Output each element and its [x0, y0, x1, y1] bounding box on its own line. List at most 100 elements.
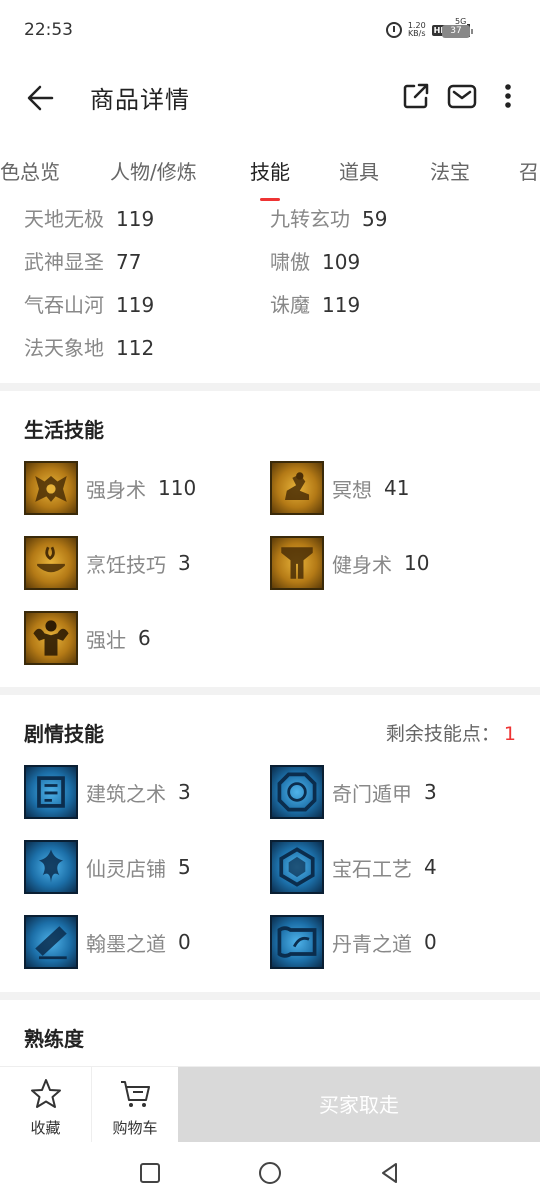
skill-name: 建筑之术	[86, 781, 166, 806]
skill-name: 翰墨之道	[86, 931, 166, 956]
story-skill-item: 仙灵店铺 5	[24, 840, 191, 894]
skill-row: 诛魔 119	[270, 289, 360, 318]
strength-icon	[24, 461, 78, 515]
speed-unit: KB/s	[407, 29, 426, 38]
tab-summons[interactable]: 召	[519, 156, 539, 185]
tab-skills[interactable]: 技能	[250, 156, 290, 185]
remaining-label: 剩余技能点：	[385, 723, 500, 745]
skill-value: 112	[116, 336, 155, 360]
skill-name: 气吞山河	[24, 293, 104, 317]
life-skills-title: 生活技能	[24, 418, 104, 442]
life-skill-item: 强身术 110	[24, 461, 196, 515]
skill-row: 九转玄功 59	[270, 203, 387, 232]
alarm-icon	[385, 22, 402, 38]
status-bar: 22:53 1.20 KB/s HD 5G 37	[0, 0, 540, 62]
skill-value: 10	[404, 551, 430, 575]
tab-character-overview[interactable]: 色总览	[0, 156, 60, 185]
story-skill-item: 翰墨之道 0	[24, 915, 191, 969]
skill-value: 119	[322, 293, 361, 317]
cart-label: 购物车	[112, 1119, 158, 1137]
section-divider	[0, 992, 540, 1000]
story-skill-item: 奇门遁甲 3	[270, 765, 437, 819]
muscle-icon	[24, 611, 78, 665]
home-icon[interactable]	[257, 1160, 283, 1186]
skill-value: 119	[116, 207, 155, 231]
fitness-icon	[270, 536, 324, 590]
life-skill-item: 烹饪技巧 3	[24, 536, 191, 590]
skill-row: 气吞山河 119	[24, 289, 154, 318]
tab-treasures[interactable]: 法宝	[430, 156, 470, 185]
skill-value: 109	[322, 250, 361, 274]
calligraphy-icon	[24, 915, 78, 969]
life-skill-item: 强壮 6	[24, 611, 151, 665]
skill-name: 啸傲	[270, 250, 310, 274]
skill-value: 119	[116, 293, 155, 317]
meditation-icon	[270, 461, 324, 515]
page-title: 商品详情	[90, 86, 190, 114]
skill-row: 武神显圣 77	[24, 246, 141, 275]
skill-value: 3	[424, 780, 437, 804]
skill-value: 5	[178, 855, 191, 879]
favorite-label: 收藏	[30, 1119, 61, 1137]
system-nav-bar	[0, 1142, 540, 1204]
skill-name: 强壮	[86, 627, 126, 652]
story-skill-item: 宝石工艺 4	[270, 840, 437, 894]
back-arrow-icon[interactable]	[22, 80, 58, 116]
recent-apps-icon[interactable]	[137, 1160, 163, 1186]
remaining-skill-points: 剩余技能点： 1	[386, 719, 516, 746]
skill-value: 0	[178, 930, 191, 954]
shop-icon	[24, 840, 78, 894]
share-icon[interactable]	[400, 80, 432, 112]
section-divider	[0, 687, 540, 695]
battery-icon: 37	[442, 25, 473, 38]
skill-name: 诛魔	[270, 293, 310, 317]
star-icon	[30, 1079, 61, 1108]
back-nav-icon[interactable]	[377, 1160, 403, 1186]
skill-name: 法天象地	[24, 336, 104, 360]
story-skill-item: 建筑之术 3	[24, 765, 191, 819]
skill-name: 烹饪技巧	[86, 552, 166, 577]
proficiency-title: 熟练度	[24, 1027, 84, 1051]
life-skill-item: 健身术 10	[270, 536, 429, 590]
story-skill-item: 丹青之道 0	[270, 915, 437, 969]
status-time: 22:53	[24, 20, 73, 40]
tab-character-cultivation[interactable]: 人物/修炼	[110, 156, 197, 185]
favorite-button[interactable]: 收藏	[0, 1067, 92, 1143]
skill-value: 6	[138, 626, 151, 650]
cart-button[interactable]: 购物车	[92, 1067, 178, 1143]
skill-name: 宝石工艺	[332, 856, 412, 881]
cooking-icon	[24, 536, 78, 590]
story-skills-title: 剧情技能	[24, 722, 104, 746]
skill-value: 3	[178, 551, 191, 575]
skill-row: 啸傲 109	[270, 246, 360, 275]
buy-button[interactable]: 买家取走	[178, 1067, 540, 1143]
skill-value: 77	[116, 250, 142, 274]
skill-value: 3	[178, 780, 191, 804]
skill-name: 冥想	[332, 477, 372, 502]
skill-value: 59	[362, 207, 388, 231]
skill-name: 九转玄功	[270, 207, 350, 231]
more-menu-icon[interactable]	[492, 80, 524, 112]
skill-value: 0	[424, 930, 437, 954]
skill-name: 仙灵店铺	[86, 856, 166, 881]
gem-icon	[270, 840, 324, 894]
painting-icon	[270, 915, 324, 969]
remaining-value: 1	[503, 723, 516, 745]
skill-name: 天地无极	[24, 207, 104, 231]
life-skill-item: 冥想 41	[270, 461, 409, 515]
message-icon[interactable]	[446, 80, 478, 112]
building-icon	[24, 765, 78, 819]
shopping-cart-icon	[121, 1081, 150, 1107]
active-tab-indicator	[260, 198, 280, 201]
skill-value: 4	[424, 855, 437, 879]
section-divider	[0, 383, 540, 391]
app-header: 商品详情	[0, 62, 540, 132]
skill-name: 奇门遁甲	[332, 781, 412, 806]
skill-name: 健身术	[332, 552, 392, 577]
tab-items[interactable]: 道具	[339, 156, 379, 185]
skill-value: 110	[158, 476, 197, 500]
qimen-icon	[270, 765, 324, 819]
skill-name: 武神显圣	[24, 250, 104, 274]
skill-row: 天地无极 119	[24, 203, 154, 232]
skill-name: 丹青之道	[332, 931, 412, 956]
